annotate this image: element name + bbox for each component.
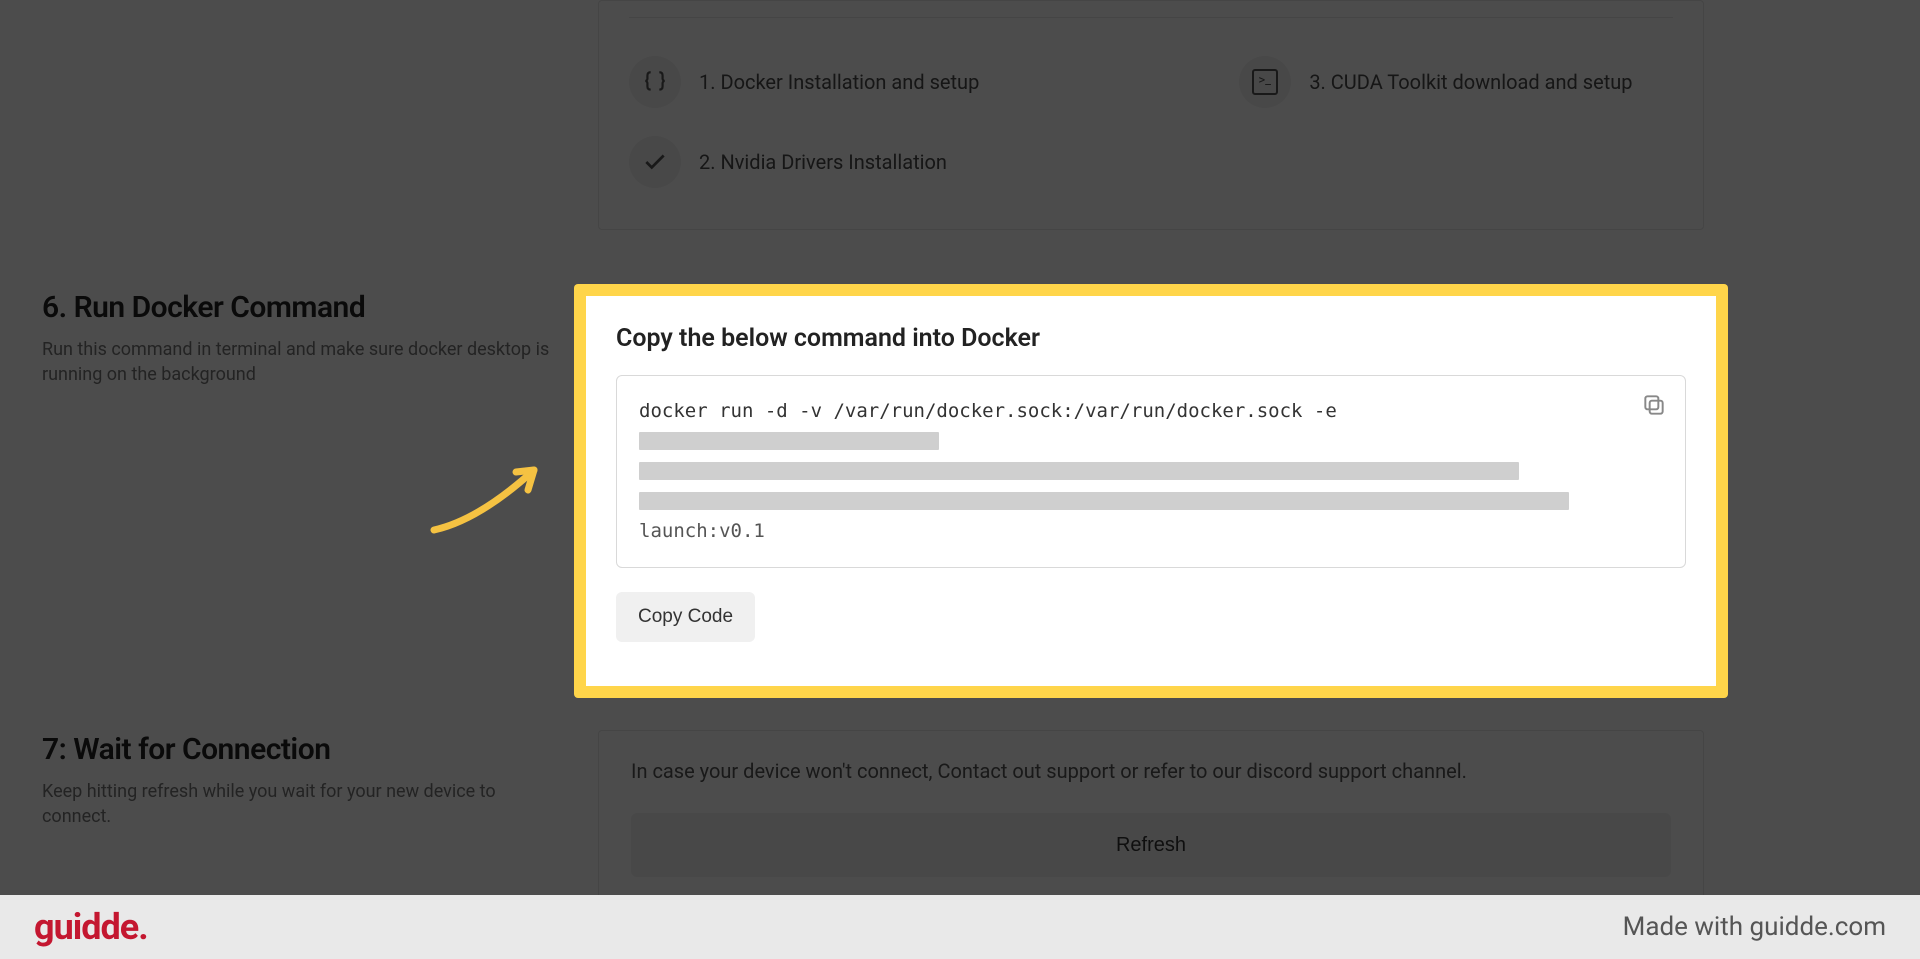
made-with-text: Made with guidde.com <box>1623 912 1886 942</box>
prerequisites-card: 1. Docker Installation and setup 3. CUDA… <box>598 0 1704 230</box>
step-7-title: 7: Wait for Connection <box>42 732 330 767</box>
step-6-description: Run this command in terminal and make su… <box>42 337 552 387</box>
redacted-text <box>639 462 1519 480</box>
braces-icon <box>629 56 681 108</box>
copy-icon[interactable] <box>1641 392 1667 418</box>
prereq-item-nvidia[interactable]: 2. Nvidia Drivers Installation <box>629 136 947 188</box>
docker-command-panel: Copy the below command into Docker docke… <box>586 296 1716 686</box>
prereq-label: 3. CUDA Toolkit download and setup <box>1309 70 1632 94</box>
footer-bar: guidde. Made with guidde.com <box>0 895 1920 959</box>
divider <box>629 17 1673 18</box>
copy-code-button[interactable]: Copy Code <box>616 592 755 642</box>
code-line: docker run -d -v /var/run/docker.sock:/v… <box>639 396 1615 450</box>
connection-card: In case your device won't connect, Conta… <box>598 730 1704 895</box>
terminal-icon <box>1239 56 1291 108</box>
redacted-text <box>639 492 1569 510</box>
code-prefix: docker run -d -v /var/run/docker.sock:/v… <box>639 396 1337 426</box>
redacted-text <box>639 432 939 450</box>
copy-code-label: Copy Code <box>638 606 733 627</box>
prereq-row-2: 2. Nvidia Drivers Installation <box>629 136 947 188</box>
step-7-description: Keep hitting refresh while you wait for … <box>42 779 552 829</box>
code-tail: launch:v0.1 <box>639 516 1615 546</box>
prereq-item-cuda[interactable]: 3. CUDA Toolkit download and setup <box>1239 56 1632 108</box>
prereq-item-docker[interactable]: 1. Docker Installation and setup <box>629 56 979 108</box>
docker-heading: Copy the below command into Docker <box>616 324 1686 353</box>
step-6-title: 6. Run Docker Command <box>42 290 365 325</box>
content-area: 1. Docker Installation and setup 3. CUDA… <box>0 0 1920 895</box>
prereq-label: 1. Docker Installation and setup <box>699 70 979 94</box>
guidde-logo: guidde. <box>34 906 148 948</box>
code-box[interactable]: docker run -d -v /var/run/docker.sock:/v… <box>616 375 1686 568</box>
prereq-row-1: 1. Docker Installation and setup 3. CUDA… <box>629 56 1633 108</box>
stage: 1. Docker Installation and setup 3. CUDA… <box>0 0 1920 959</box>
refresh-button[interactable]: Refresh <box>631 813 1671 877</box>
refresh-label: Refresh <box>1116 834 1186 857</box>
highlight-frame: Copy the below command into Docker docke… <box>574 284 1728 698</box>
check-icon <box>629 136 681 188</box>
connection-text: In case your device won't connect, Conta… <box>631 759 1671 783</box>
prereq-label: 2. Nvidia Drivers Installation <box>699 150 947 174</box>
